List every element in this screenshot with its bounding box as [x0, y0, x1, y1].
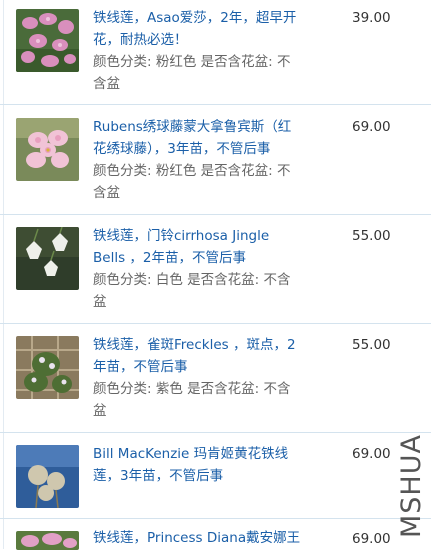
item-title-line1[interactable]: 铁线莲，Asao爱莎，2年，超早开 [93, 7, 325, 29]
list-item: 铁线莲，Asao爱莎，2年，超早开 花，耐热必选！ 颜色分类: 粉红色 是否含花… [0, 0, 431, 104]
item-price: 69.00 [352, 531, 391, 547]
pink-flower-photo-icon[interactable] [16, 531, 79, 550]
list-item: 铁线莲，门铃cirrhosa Jingle Bells ，2年苗，不管后事 颜色… [0, 214, 431, 324]
item-spec-line1: 颜色分类: 紫色 是否含花盆: 不含 [93, 381, 291, 397]
item-title-line1[interactable]: 铁线莲，Princess Diana戴安娜王 [93, 527, 325, 549]
list-item: Bill MacKenzie 玛肯姬黄花铁线 莲，3年苗，不管后事 69.00 [0, 432, 431, 519]
item-title-line1[interactable]: Rubens绣球藤蒙大拿鲁宾斯（红 [93, 116, 325, 138]
item-price: 69.00 [352, 119, 391, 135]
item-title-line2[interactable]: 花绣球藤），3年苗，不管后事 [93, 138, 325, 160]
order-item-list: 铁线莲，Asao爱莎，2年，超早开 花，耐热必选！ 颜色分类: 粉红色 是否含花… [0, 0, 431, 550]
pink-clematis-photo-icon[interactable] [16, 9, 79, 72]
item-spec-line2: 含盆 [93, 185, 120, 201]
trellis-vine-photo-icon[interactable] [16, 336, 79, 399]
watermark-text: MSHUA [396, 434, 427, 538]
item-title-line1[interactable]: 铁线莲，门铃cirrhosa Jingle [93, 225, 325, 247]
item-title-line2[interactable]: 年苗，不管后事 [93, 356, 325, 378]
item-spec-line1: 颜色分类: 粉红色 是否含花盆: 不 [93, 54, 291, 70]
item-spec-line2: 盆 [93, 294, 107, 310]
white-bell-flower-photo-icon[interactable] [16, 227, 79, 290]
item-title-line1[interactable]: Bill MacKenzie 玛肯姬黄花铁线 [93, 443, 325, 465]
item-spec-line2: 含盆 [93, 76, 120, 92]
item-spec-line1: 颜色分类: 白色 是否含花盆: 不含 [93, 272, 291, 288]
item-price: 39.00 [352, 10, 391, 26]
item-title-line2[interactable]: Bells ，2年苗，不管后事 [93, 247, 325, 269]
item-price: 55.00 [352, 337, 391, 353]
pink-blossom-photo-icon[interactable] [16, 118, 79, 181]
watermark: MSHUA [393, 432, 427, 540]
fluffy-seedhead-photo-icon[interactable] [16, 445, 79, 508]
list-item: Rubens绣球藤蒙大拿鲁宾斯（红 花绣球藤），3年苗，不管后事 颜色分类: 粉… [0, 104, 431, 215]
item-price: 55.00 [352, 228, 391, 244]
item-spec-line2: 盆 [93, 403, 107, 419]
list-item: 铁线莲，Princess Diana戴安娜王 69.00 [0, 518, 431, 550]
list-item: 铁线莲，雀斑Freckles ，斑点，2 年苗，不管后事 颜色分类: 紫色 是否… [0, 323, 431, 433]
item-title-line2[interactable]: 花，耐热必选！ [93, 29, 325, 51]
item-title-line1[interactable]: 铁线莲，雀斑Freckles ，斑点，2 [93, 334, 325, 356]
item-spec-line1: 颜色分类: 粉红色 是否含花盆: 不 [93, 163, 291, 179]
item-title-line2[interactable]: 莲，3年苗，不管后事 [93, 465, 325, 487]
item-price: 69.00 [352, 446, 391, 462]
